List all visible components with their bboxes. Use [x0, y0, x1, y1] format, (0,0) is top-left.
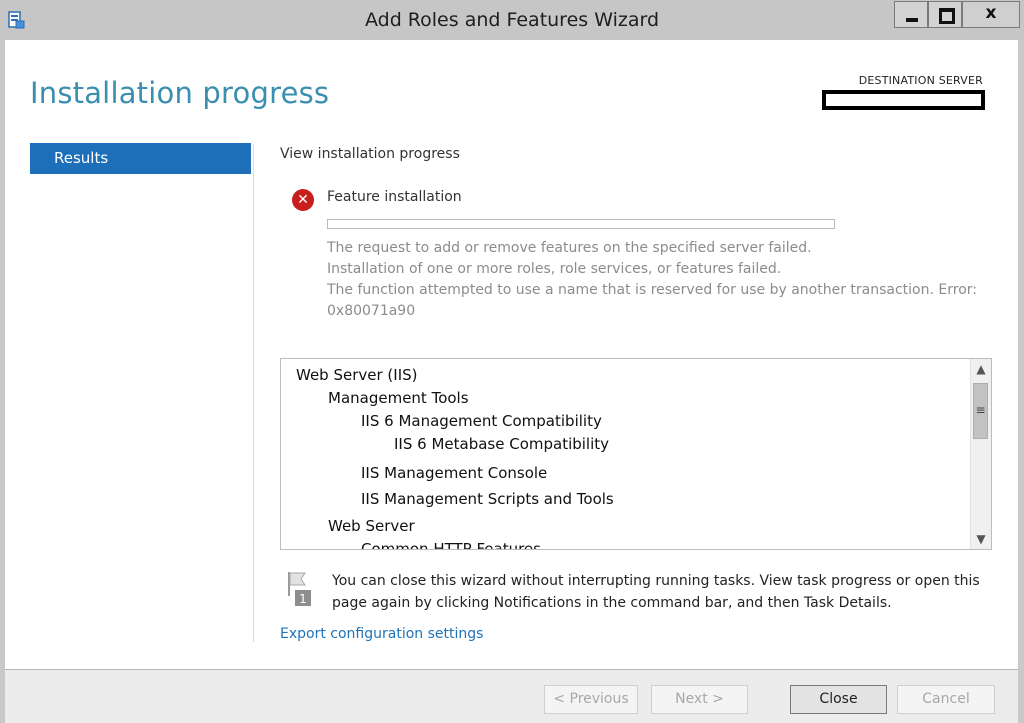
tree-item: IIS 6 Metabase Compatibility — [394, 435, 610, 453]
window-close-button[interactable]: x — [962, 1, 1020, 28]
status-message: The function attempted to use a name tha… — [327, 282, 977, 298]
nav-item-results[interactable]: Results — [30, 143, 251, 174]
tree-item: IIS Management Console — [361, 464, 548, 482]
status-message: The request to add or remove features on… — [327, 240, 812, 256]
destination-server-label: DESTINATION SERVER — [858, 74, 983, 87]
tree-item: IIS 6 Management Compatibility — [361, 412, 602, 430]
next-button[interactable]: Next > — [651, 685, 748, 714]
info-text: You can close this wizard without interr… — [332, 573, 980, 611]
notification-badge: 1 — [299, 592, 307, 606]
scroll-thumb[interactable]: ≡ — [973, 383, 988, 439]
minimize-button[interactable] — [894, 1, 928, 28]
cancel-button[interactable]: Cancel — [897, 685, 995, 714]
wizard-content: Installation progress DESTINATION SERVER… — [5, 40, 1018, 669]
list-scrollbar[interactable]: ▲ ≡ ▼ — [970, 359, 991, 549]
scroll-up-arrow-icon[interactable]: ▲ — [971, 359, 991, 379]
destination-server-redacted — [822, 90, 985, 110]
wizard-footer: < Previous Next > Close Cancel — [5, 670, 1018, 723]
feature-installation-label: Feature installation — [327, 189, 462, 205]
tree-item: Management Tools — [328, 389, 469, 407]
status-message: Installation of one or more roles, role … — [327, 261, 782, 277]
error-code: 0x80071a90 — [327, 303, 416, 319]
tree-item: IIS Management Scripts and Tools — [361, 490, 614, 508]
tree-item: Web Server (IIS) — [296, 366, 418, 384]
nav-divider — [253, 144, 254, 642]
export-configuration-link[interactable]: Export configuration settings — [280, 626, 483, 642]
close-icon: x — [985, 3, 997, 23]
close-button[interactable]: Close — [790, 685, 887, 714]
maximize-button[interactable] — [928, 1, 962, 28]
tree-item: Common HTTP Features — [361, 540, 541, 550]
window-title: Add Roles and Features Wizard — [364, 9, 660, 31]
features-list[interactable]: Web Server (IIS) Management Tools IIS 6 … — [280, 358, 992, 550]
wizard-nav: Results — [30, 143, 251, 174]
page-title: Installation progress — [30, 76, 330, 110]
wizard-window: Add Roles and Features Wizard x Installa… — [0, 0, 1024, 723]
tree-item: Web Server — [328, 517, 415, 535]
scroll-down-arrow-icon[interactable]: ▼ — [971, 529, 991, 549]
installation-progress-bar — [327, 219, 835, 229]
previous-button[interactable]: < Previous — [544, 685, 638, 714]
error-icon: ✕ — [292, 189, 314, 211]
flag-notification-icon: 1 — [288, 572, 311, 606]
section-title: View installation progress — [280, 146, 460, 162]
title-bar[interactable]: Add Roles and Features Wizard x — [0, 0, 1024, 40]
